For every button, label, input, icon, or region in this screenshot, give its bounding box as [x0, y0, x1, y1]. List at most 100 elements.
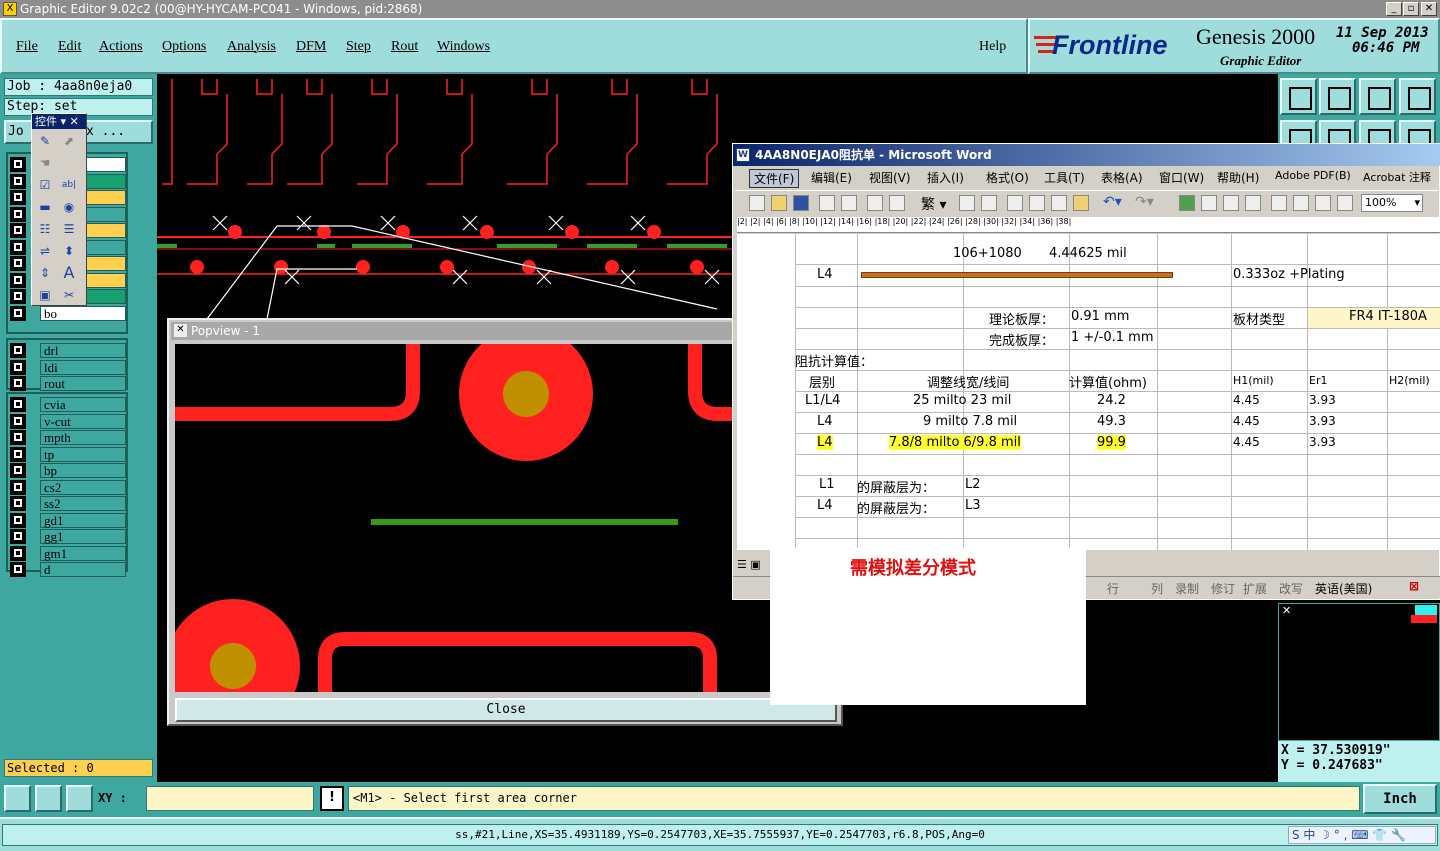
status-ovr[interactable]: 改写: [1279, 580, 1303, 597]
tables-borders-icon[interactable]: [1201, 195, 1217, 211]
snap-icon[interactable]: [4, 785, 31, 812]
word-menu-insert[interactable]: 插入(I): [927, 169, 964, 186]
menu-step[interactable]: Step: [346, 39, 371, 55]
spin-icon[interactable]: ⬍: [59, 242, 79, 260]
insert-table-icon[interactable]: [1223, 195, 1239, 211]
layer-checkbox-icon[interactable]: [10, 545, 26, 561]
layer-name[interactable]: bo: [40, 305, 126, 321]
word-menu-help[interactable]: 帮助(H): [1217, 169, 1259, 186]
radio-icon[interactable]: ◉: [59, 198, 79, 216]
tools-icon[interactable]: ✂: [59, 286, 79, 304]
hand-icon[interactable]: ☚: [35, 154, 55, 172]
layer-checkbox-icon[interactable]: [10, 343, 26, 358]
new-doc-icon[interactable]: [749, 195, 765, 211]
overview-close-icon[interactable]: ✕: [1282, 604, 1291, 617]
cut-icon[interactable]: [1007, 195, 1023, 211]
pencil-icon[interactable]: ✎: [35, 132, 55, 150]
layer-name[interactable]: ss2: [40, 496, 126, 511]
menu-dfm[interactable]: DFM: [296, 39, 326, 55]
menu-help[interactable]: Help: [979, 39, 1006, 55]
layer-name[interactable]: bp: [40, 463, 126, 478]
layer-row-rout[interactable]: rout: [10, 376, 126, 391]
drawing-icon[interactable]: [1293, 195, 1309, 211]
layer-row-bp[interactable]: bp: [10, 463, 126, 478]
word-document[interactable]: 106+1080 4.44625 mil L4 0.333oz +Plating…: [737, 234, 1440, 550]
permission-icon[interactable]: [819, 195, 835, 211]
columns-icon[interactable]: [1271, 195, 1287, 211]
layer-row-v-cut[interactable]: v-cut: [10, 413, 126, 429]
word-menu-adobe-pdf[interactable]: Adobe PDF(B): [1275, 169, 1351, 182]
word-menu-view[interactable]: 视图(V): [869, 169, 911, 186]
close-window-button[interactable]: ✕: [1421, 2, 1437, 16]
layer-checkbox-icon[interactable]: [10, 289, 26, 304]
word-menu-window[interactable]: 窗口(W): [1159, 169, 1204, 186]
status-rec[interactable]: 录制: [1175, 580, 1199, 597]
format-painter-icon[interactable]: [1073, 195, 1089, 211]
layer-row-mpth[interactable]: mpth: [10, 430, 126, 445]
traditional-chinese-icon[interactable]: 繁 ▾: [921, 194, 946, 214]
arrow-icon[interactable]: ⬈: [59, 132, 79, 150]
layer-checkbox-icon[interactable]: [10, 173, 26, 189]
layer-checkbox-icon[interactable]: [10, 562, 26, 577]
menu-edit[interactable]: Edit: [58, 39, 81, 55]
layer-name[interactable]: mpth: [40, 430, 126, 445]
xy-input[interactable]: [146, 786, 314, 811]
copy-icon[interactable]: [1029, 195, 1045, 211]
layer-name[interactable]: v-cut: [40, 413, 126, 429]
menu-options[interactable]: Options: [162, 39, 206, 55]
layer-checkbox-icon[interactable]: [10, 463, 26, 478]
menu-file[interactable]: File: [16, 39, 38, 55]
print-icon[interactable]: [867, 195, 883, 211]
layer-row-gm1[interactable]: gm1: [10, 545, 126, 561]
layer-name[interactable]: gm1: [40, 545, 126, 561]
layer-row-ss2[interactable]: ss2: [10, 496, 126, 511]
layer-row-cvia[interactable]: cvia: [10, 397, 126, 412]
redo-icon[interactable]: ↷▾: [1135, 194, 1154, 210]
layer-name[interactable]: drl: [40, 343, 126, 358]
layer-checkbox-icon[interactable]: [10, 529, 26, 544]
layer-checkbox-icon[interactable]: [10, 446, 26, 462]
layer-row-gd1[interactable]: gd1: [10, 512, 126, 528]
insert-excel-icon[interactable]: [1245, 195, 1261, 211]
layer-checkbox-icon[interactable]: [10, 206, 26, 222]
ime-toolbar[interactable]: S 中 ☽ ° , ⌨ 👕 🔧: [1288, 826, 1436, 844]
word-menu-table[interactable]: 表格(A): [1101, 169, 1143, 186]
save-step-icon[interactable]: [1319, 78, 1356, 115]
word-menu-format[interactable]: 格式(O): [986, 169, 1029, 186]
pcb-canvas[interactable]: [157, 74, 732, 319]
scroll-icon[interactable]: ⇌: [35, 242, 55, 260]
label-icon[interactable]: A: [59, 264, 79, 282]
layer-checkbox-icon[interactable]: [10, 305, 26, 321]
layer-row-tp[interactable]: tp: [10, 446, 126, 462]
layer-checkbox-icon[interactable]: [10, 256, 26, 271]
doc-map-icon[interactable]: [1315, 195, 1331, 211]
spinner-icon[interactable]: ⇕: [35, 264, 55, 282]
status-rev[interactable]: 修订: [1211, 580, 1235, 597]
spelling-icon[interactable]: [959, 195, 975, 211]
undo-icon[interactable]: ↶▾: [1103, 194, 1122, 210]
layer-name[interactable]: rout: [40, 376, 126, 391]
menu-actions[interactable]: Actions: [99, 39, 143, 55]
layer-checkbox-icon[interactable]: [10, 157, 26, 172]
layer-checkbox-icon[interactable]: [10, 397, 26, 412]
word-title-bar[interactable]: W 4AA8N0EJA0阻抗单 - Microsoft Word: [733, 144, 1440, 166]
layer-checkbox-icon[interactable]: [10, 359, 26, 375]
control-toolbar-title[interactable]: 控件 ▾ ✕: [32, 114, 86, 129]
layer-name[interactable]: cvia: [40, 397, 126, 412]
layer-row-d[interactable]: d: [10, 562, 126, 577]
open-folder-icon[interactable]: [771, 195, 787, 211]
layer-name[interactable]: tp: [40, 446, 126, 462]
layer-row-ldi[interactable]: ldi: [10, 359, 126, 375]
open-step-icon[interactable]: [1280, 78, 1317, 115]
word-ruler[interactable]: |2| |2| |4| |6| |8| |10| |12| |14| |16| …: [737, 217, 1440, 233]
research-icon[interactable]: [981, 195, 997, 211]
layer-name[interactable]: ldi: [40, 359, 126, 375]
layer-checkbox-icon[interactable]: [10, 190, 26, 205]
list-icon[interactable]: ☷: [35, 220, 55, 238]
layer-checkbox-icon[interactable]: [10, 496, 26, 511]
overview-map[interactable]: ✕: [1278, 603, 1440, 741]
zoom-select[interactable]: 100% ▾: [1361, 194, 1423, 212]
paste-icon[interactable]: [1051, 195, 1067, 211]
grid-icon[interactable]: [66, 785, 93, 812]
menu-rout[interactable]: Rout: [391, 39, 418, 55]
